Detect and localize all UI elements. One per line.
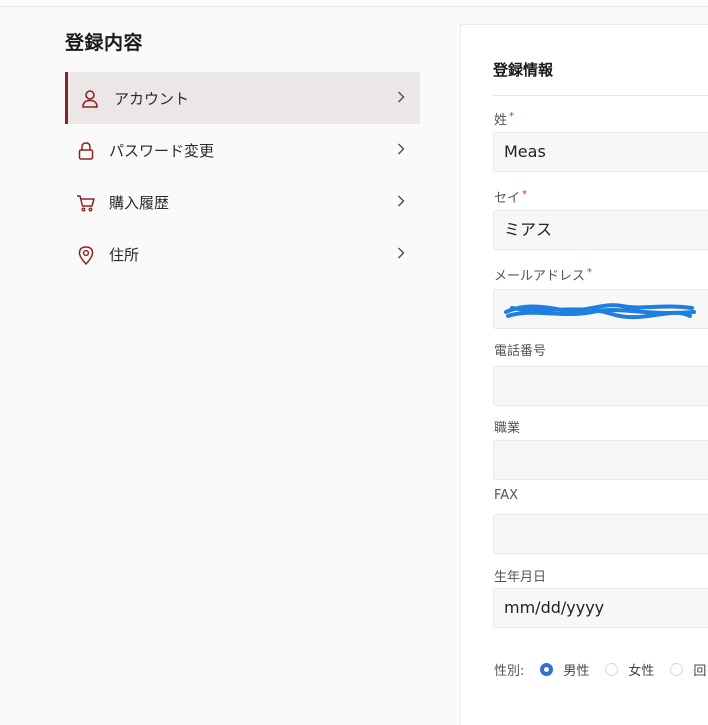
sidebar-item-label: 購入履歴	[109, 193, 170, 212]
fax-label: FAX	[494, 488, 519, 503]
sidebar-item-password[interactable]: パスワード変更	[65, 124, 420, 176]
email-label: メールアドレス *	[494, 265, 592, 284]
sidebar-item-label: 住所	[109, 245, 140, 264]
location-pin-icon	[78, 246, 94, 265]
sidebar-title: 登録内容	[65, 32, 144, 54]
chevron-right-icon	[397, 195, 405, 207]
required-mark: *	[509, 111, 515, 122]
gender-option-female[interactable]: 女性	[605, 660, 654, 679]
last-name-kana-input[interactable]: ミアス	[493, 210, 708, 250]
last-name-kana-value: ミアス	[504, 220, 553, 239]
fax-input[interactable]	[493, 514, 708, 554]
occupation-label: 職業	[494, 421, 521, 436]
gender-option-label: 女性	[628, 663, 655, 679]
gender-label: 性別:	[494, 663, 525, 679]
user-icon	[82, 90, 98, 108]
phone-input[interactable]	[493, 366, 708, 406]
radio-button[interactable]	[540, 662, 554, 676]
required-mark: *	[587, 267, 593, 278]
email-input[interactable]	[493, 289, 708, 329]
cart-icon	[77, 195, 95, 212]
chevron-right-icon	[397, 143, 405, 155]
last-name-value: Meas	[504, 142, 546, 161]
phone-label: 電話番号	[494, 344, 547, 359]
birthdate-input[interactable]: mm/dd/yyyy	[493, 588, 708, 628]
registration-panel: 登録情報 姓 * Meas セイ * ミアス メールアドレス * 電話番号 職業 FA…	[460, 24, 708, 725]
required-mark: *	[522, 189, 528, 200]
radio-button[interactable]	[605, 662, 619, 676]
birthdate-label: 生年月日	[494, 570, 547, 585]
last-name-kana-label: セイ *	[494, 187, 527, 206]
sidebar-menu: アカウント パスワード変更 購入履歴 住所	[65, 72, 420, 280]
gender-row: 性別: 男性 女性 回	[494, 658, 706, 680]
sidebar-item-account[interactable]: アカウント	[65, 72, 420, 124]
sidebar-item-label: パスワード変更	[109, 141, 215, 160]
sidebar-item-label: アカウント	[114, 89, 190, 108]
email-label-text: メールアドレス	[494, 269, 586, 284]
chevron-right-icon	[397, 247, 405, 259]
sidebar-item-purchase-history[interactable]: 購入履歴	[65, 176, 420, 228]
last-name-kana-label-text: セイ	[494, 191, 521, 206]
gender-option-label: 男性	[563, 663, 590, 679]
divider	[493, 95, 708, 96]
sidebar-item-address[interactable]: 住所	[65, 228, 420, 280]
last-name-label: 姓 *	[494, 109, 514, 128]
form-title: 登録情報	[493, 61, 554, 79]
sidebar: 登録内容 アカウント パスワード変更 購入履歴 住所	[0, 0, 460, 708]
birthdate-value: mm/dd/yyyy	[504, 598, 605, 617]
last-name-input[interactable]: Meas	[493, 132, 708, 172]
gender-option-label: 回	[693, 663, 707, 679]
gender-option-male[interactable]: 男性	[540, 660, 589, 679]
chevron-right-icon	[397, 91, 405, 103]
occupation-input[interactable]	[493, 440, 708, 480]
last-name-label-text: 姓	[494, 113, 508, 128]
radio-button[interactable]	[670, 662, 684, 676]
redaction-scribble	[504, 303, 696, 320]
lock-icon	[78, 142, 94, 160]
gender-option-other[interactable]: 回	[670, 660, 706, 679]
